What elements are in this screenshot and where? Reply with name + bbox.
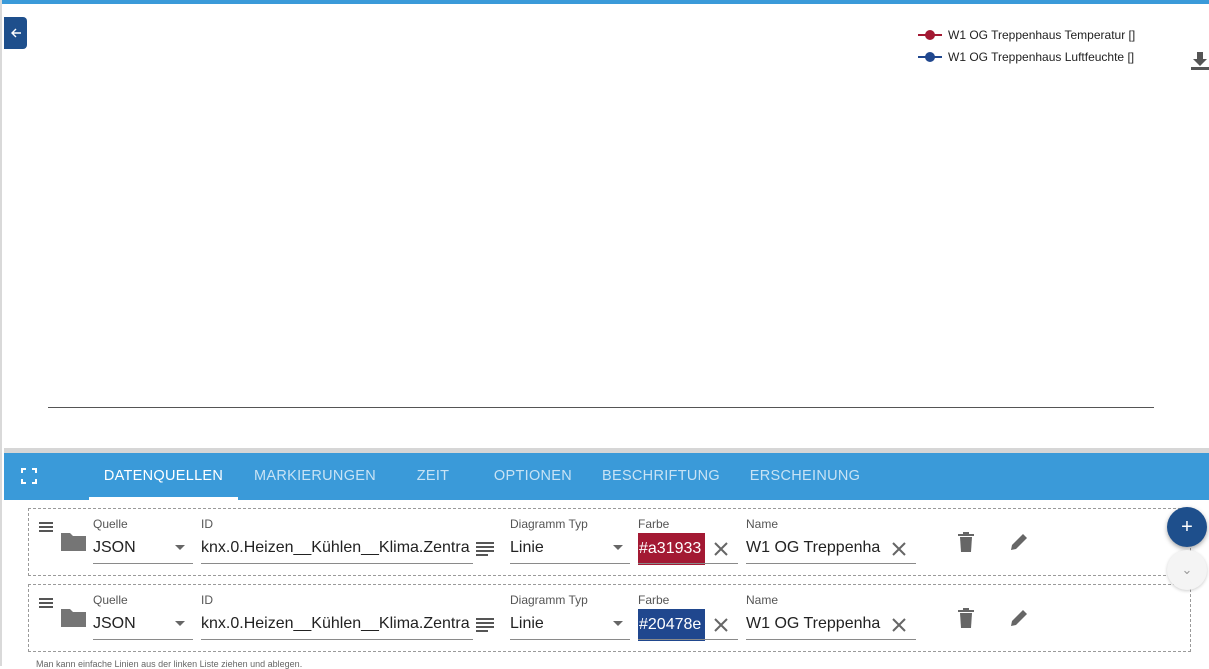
list-icon[interactable] bbox=[476, 617, 494, 633]
id-label: ID bbox=[201, 517, 213, 531]
tab-erscheinung[interactable]: ERSCHEINUNG bbox=[734, 453, 876, 500]
color-label: Farbe bbox=[638, 593, 670, 607]
chevron-down-icon bbox=[613, 545, 623, 550]
field-underline bbox=[201, 563, 473, 564]
name-value: W1 OG Treppenha bbox=[746, 615, 881, 632]
scroll-down-button[interactable]: ⌄ bbox=[1167, 550, 1207, 590]
tab-datenquellen[interactable]: DATENQUELLEN bbox=[89, 453, 238, 500]
close-icon[interactable] bbox=[713, 541, 729, 557]
field-underline bbox=[510, 639, 630, 640]
active-tab-indicator bbox=[89, 497, 238, 500]
list-icon[interactable] bbox=[476, 541, 494, 557]
color-field[interactable]: Farbe #a31933 bbox=[638, 509, 738, 569]
name-label: Name bbox=[746, 517, 779, 531]
source-label: Quelle bbox=[93, 593, 128, 607]
tab-optionen[interactable]: OPTIONEN bbox=[478, 453, 588, 500]
add-datasource-button[interactable]: + bbox=[1167, 507, 1207, 547]
arrow-left-icon bbox=[10, 28, 21, 38]
chevron-down-icon bbox=[175, 621, 185, 626]
drag-handle-icon[interactable] bbox=[39, 521, 53, 533]
name-field[interactable]: Name W1 OG Treppenha bbox=[746, 509, 916, 569]
chart-type-value: Linie bbox=[510, 615, 544, 632]
legend-swatch bbox=[918, 30, 942, 40]
tab-markierungen[interactable]: MARKIERUNGEN bbox=[240, 453, 390, 500]
tab-beschriftung[interactable]: BESCHRIFTUNG bbox=[588, 453, 734, 500]
trash-icon[interactable] bbox=[958, 532, 974, 552]
close-icon[interactable] bbox=[713, 617, 729, 633]
legend-item-temperature[interactable]: W1 OG Treppenhaus Temperatur [] bbox=[918, 24, 1135, 46]
chart-type-select[interactable]: Diagramm Typ Linie bbox=[510, 509, 630, 569]
legend-swatch bbox=[918, 52, 942, 62]
id-field[interactable]: ID knx.0.Heizen__Kühlen__Klima.Zentra bbox=[201, 509, 474, 569]
folder-icon[interactable] bbox=[61, 531, 86, 551]
chart-type-label: Diagramm Typ bbox=[510, 517, 588, 531]
name-field[interactable]: Name W1 OG Treppenha bbox=[746, 585, 916, 645]
legend-label: W1 OG Treppenhaus Temperatur [] bbox=[948, 28, 1136, 42]
chart-legend: W1 OG Treppenhaus Temperatur [] W1 OG Tr… bbox=[918, 24, 1135, 68]
chart-type-select[interactable]: Diagramm Typ Linie bbox=[510, 585, 630, 645]
chart-area bbox=[4, 4, 1209, 448]
tab-zeit[interactable]: ZEIT bbox=[390, 453, 476, 500]
datasource-row: Quelle JSON ID knx.0.Heizen__Kühlen__Kli… bbox=[28, 508, 1191, 576]
legend-item-humidity[interactable]: W1 OG Treppenhaus Luftfeuchte [] bbox=[918, 46, 1135, 68]
field-underline bbox=[201, 639, 473, 640]
chart-x-axis bbox=[48, 407, 1154, 408]
close-icon[interactable] bbox=[891, 617, 907, 633]
id-value: knx.0.Heizen__Kühlen__Klima.Zentra bbox=[201, 615, 470, 632]
color-label: Farbe bbox=[638, 517, 670, 531]
field-underline bbox=[93, 639, 193, 640]
fullscreen-icon[interactable] bbox=[20, 467, 38, 485]
source-value: JSON bbox=[93, 615, 136, 632]
field-underline bbox=[93, 563, 193, 564]
field-underline bbox=[638, 639, 738, 640]
trash-icon[interactable] bbox=[958, 608, 974, 628]
source-label: Quelle bbox=[93, 517, 128, 531]
app-window: W1 OG Treppenhaus Temperatur [] W1 OG Tr… bbox=[0, 0, 1209, 669]
drag-handle-icon[interactable] bbox=[39, 597, 53, 609]
pencil-icon[interactable] bbox=[1009, 608, 1029, 628]
chevron-down-icon bbox=[175, 545, 185, 550]
source-value: JSON bbox=[93, 539, 136, 556]
field-underline bbox=[746, 639, 916, 640]
field-underline bbox=[746, 563, 916, 564]
name-value: W1 OG Treppenha bbox=[746, 539, 881, 556]
chart-type-value: Linie bbox=[510, 539, 544, 556]
drag-hint-text: Man kann einfache Linien aus der linken … bbox=[36, 659, 303, 669]
settings-tabbar: DATENQUELLEN MARKIERUNGEN ZEIT OPTIONEN … bbox=[4, 453, 1209, 500]
name-label: Name bbox=[746, 593, 779, 607]
close-icon[interactable] bbox=[891, 541, 907, 557]
id-value: knx.0.Heizen__Kühlen__Klima.Zentra bbox=[201, 539, 470, 556]
field-underline bbox=[510, 563, 630, 564]
datasource-row: Quelle JSON ID knx.0.Heizen__Kühlen__Kli… bbox=[28, 584, 1191, 652]
color-value[interactable]: #20478e bbox=[638, 609, 705, 641]
chart-type-label: Diagramm Typ bbox=[510, 593, 588, 607]
color-field[interactable]: Farbe #20478e bbox=[638, 585, 738, 645]
chevron-down-icon bbox=[613, 621, 623, 626]
source-select[interactable]: Quelle JSON bbox=[93, 509, 194, 569]
color-value[interactable]: #a31933 bbox=[638, 533, 705, 565]
field-underline bbox=[638, 563, 738, 564]
download-icon[interactable] bbox=[1189, 50, 1209, 72]
id-label: ID bbox=[201, 593, 213, 607]
folder-icon[interactable] bbox=[61, 607, 86, 627]
pencil-icon[interactable] bbox=[1009, 532, 1029, 552]
back-button[interactable] bbox=[4, 17, 27, 49]
id-field[interactable]: ID knx.0.Heizen__Kühlen__Klima.Zentra bbox=[201, 585, 474, 645]
legend-label: W1 OG Treppenhaus Luftfeuchte [] bbox=[948, 50, 1135, 64]
source-select[interactable]: Quelle JSON bbox=[93, 585, 194, 645]
